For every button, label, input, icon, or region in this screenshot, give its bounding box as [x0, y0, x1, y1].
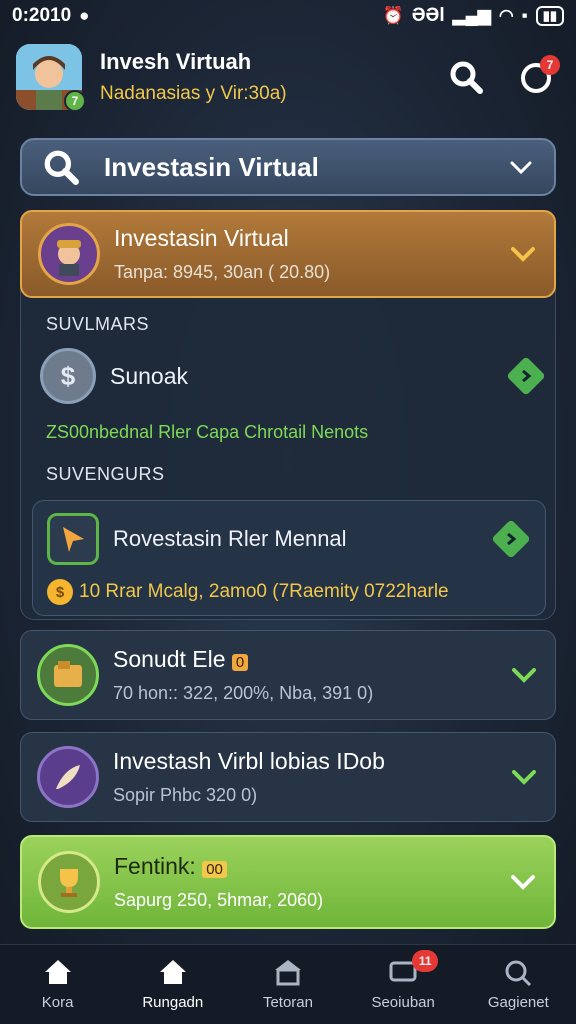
- app-header: 7 Invesh Virtuah Nadanasias y Vir:30a) 7: [0, 34, 576, 120]
- battery-icon: ▮▮: [535, 6, 564, 26]
- home-icon: [44, 960, 71, 984]
- tab-label: Seoiuban: [371, 994, 435, 1011]
- tab-label: Gagienet: [487, 994, 549, 1011]
- tab-gagienet[interactable]: Gagienet: [463, 958, 573, 1011]
- notifications-button[interactable]: 7: [512, 53, 560, 101]
- notification-count-badge: 7: [540, 55, 560, 75]
- coin-icon: $: [47, 579, 73, 605]
- investor-avatar-icon: [38, 223, 100, 285]
- suggestion-card[interactable]: Rovestasin Rler Mennal $ 10 Rrar Mcalg, …: [32, 500, 546, 616]
- search-icon: [44, 150, 79, 185]
- network-text: ƏƏl: [411, 5, 445, 26]
- tab-label: Kora: [41, 994, 74, 1011]
- highlight-card[interactable]: Fentink: 00 Sapurg 250, 5hmar, 2060): [20, 835, 556, 929]
- status-time: 0:2010: [12, 5, 72, 26]
- suggestion-title: Rovestasin Rler Mennal: [113, 526, 347, 551]
- storage-icon: ▪: [521, 6, 528, 25]
- cursor-arrow-icon: [47, 513, 99, 565]
- highlight-card-title: Fentink:: [114, 853, 196, 879]
- wifi-icon: ◠: [498, 6, 514, 25]
- search-dropdown-label: Investasin Virtual: [104, 151, 319, 182]
- list-card-title: Sonudt Ele: [113, 646, 226, 672]
- highlight-card-badge: 00: [202, 861, 227, 878]
- chevron-down-icon: [509, 660, 539, 690]
- trophy-icon: [38, 851, 100, 913]
- alarm-icon: ⏰: [382, 6, 404, 25]
- tab-label: Rungadn: [142, 994, 204, 1011]
- signal-icon: ▂▄▆: [452, 6, 491, 25]
- list-card-investash[interactable]: Investash Virbl lobias IDob Sopir Phbc 3…: [20, 732, 556, 822]
- tab-home[interactable]: Kora: [3, 958, 113, 1011]
- list-card-badge: 0: [231, 654, 249, 671]
- app-title: Invesh Virtuah: [100, 49, 252, 74]
- highlight-card-subtitle: Sapurg 250, 5hmar, 2060): [114, 890, 324, 910]
- tab-tetoran[interactable]: Tetoran: [233, 958, 343, 1011]
- section-label-summary: SUVLMARS: [46, 314, 150, 334]
- search-icon: [450, 61, 483, 94]
- chevron-down-icon: [510, 161, 532, 175]
- avatar[interactable]: 7: [16, 44, 86, 112]
- selected-card-title: Investasin Virtual: [114, 225, 289, 251]
- app-subtitle: Nadanasias y Vir:30a): [100, 83, 287, 104]
- bottom-tab-bar: Kora Rungadn Tetoran 11 Seoiuban Gagiene…: [0, 944, 576, 1024]
- list-card-sonudt[interactable]: Sonudt Ele 0 70 hon:: 322, 200%, Nba, 39…: [20, 630, 556, 720]
- tab-badge: 11: [412, 950, 439, 972]
- list-card-title: Investash Virbl lobias IDob: [113, 748, 385, 774]
- chevron-down-icon: [509, 762, 539, 792]
- status-bar: 0:2010 ● ⏰ ƏƏl ▂▄▆ ◠ ▪ ▮▮: [0, 0, 576, 32]
- chevron-down-icon: [508, 239, 538, 269]
- chevron-right-icon: [491, 519, 531, 559]
- list-card-subtitle: 70 hon:: 322, 200%, Nba, 391 0): [113, 683, 374, 703]
- tab-label: Tetoran: [262, 994, 313, 1011]
- tab-rungadn[interactable]: Rungadn: [118, 958, 228, 1011]
- header-search-button[interactable]: [442, 53, 490, 101]
- search-icon: [505, 960, 532, 986]
- feather-icon: [37, 746, 99, 808]
- selected-card-subtitle: Tanpa: 8945, 30an ( 20.80): [114, 262, 331, 282]
- tab-seoiuban[interactable]: 11 Seoiuban: [348, 950, 458, 1011]
- list-item-label: Sunoak: [110, 362, 189, 389]
- avatar-level-badge: 7: [64, 90, 86, 112]
- suggestion-footer: 10 Rrar Mcalg, 2amo0 (7Raemity 0722harle: [79, 581, 449, 602]
- coin-icon: $: [40, 348, 96, 404]
- search-dropdown[interactable]: Investasin Virtual: [20, 138, 556, 196]
- store-icon: [274, 960, 301, 986]
- selected-investment-card[interactable]: Investasin Virtual Tanpa: 8945, 30an ( 2…: [20, 210, 556, 298]
- folder-icon: [37, 644, 99, 706]
- list-item-sunoak[interactable]: $ Sunoak: [40, 346, 546, 406]
- chevron-right-icon: [506, 356, 546, 396]
- notification-dot-icon: ●: [79, 6, 90, 25]
- section-label-suggestions: SUVENGURS: [46, 464, 165, 484]
- list-card-subtitle: Sopir Phbc 320 0): [113, 785, 258, 805]
- home-icon: [159, 960, 186, 984]
- chevron-down-icon: [508, 867, 538, 897]
- section-note: ZS00nbednal Rler Capa Chrotail Nenots: [46, 422, 369, 442]
